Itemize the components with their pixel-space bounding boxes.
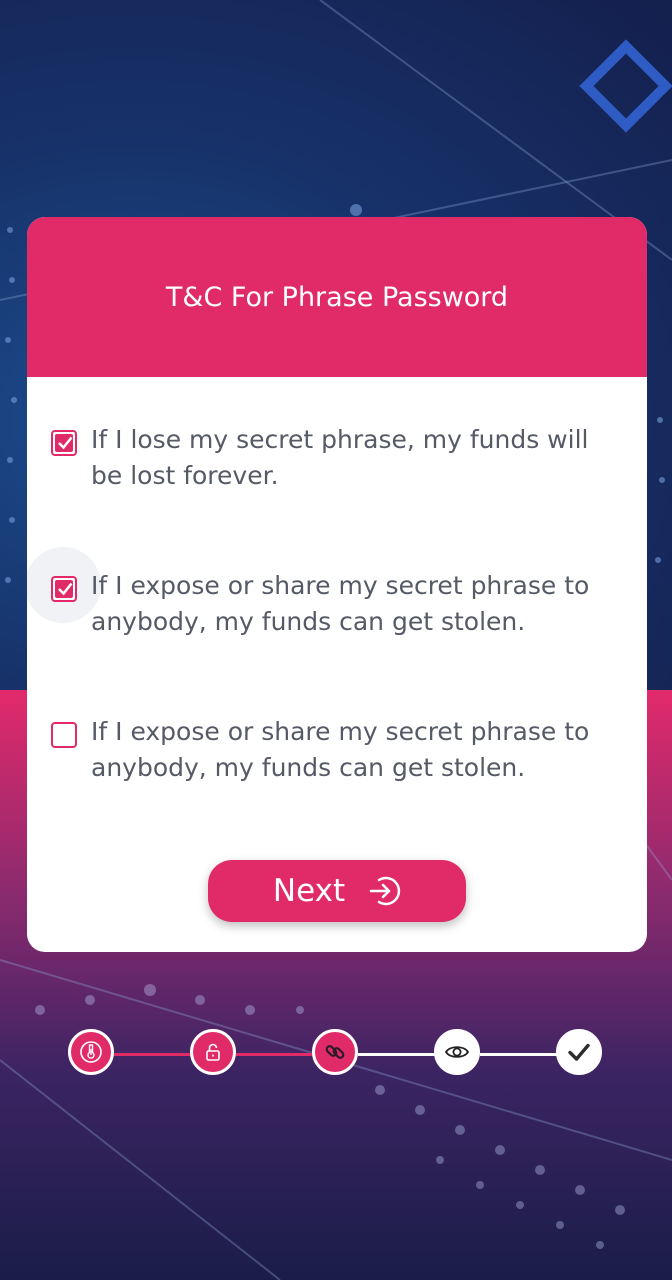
stepper-line <box>114 1053 192 1056</box>
link-icon <box>325 1045 345 1059</box>
terms-card: T&C For Phrase Password If I lose my sec… <box>27 217 647 952</box>
term-checkbox[interactable] <box>51 430 77 456</box>
step-3 <box>312 1029 358 1075</box>
unlock-icon <box>206 1043 220 1061</box>
stepper-line <box>480 1053 558 1056</box>
next-button[interactable]: Next <box>208 860 466 922</box>
term-item[interactable]: If I expose or share my secret phrase to… <box>51 568 621 640</box>
stepper-line <box>236 1053 314 1056</box>
progress-stepper <box>0 1028 672 1080</box>
term-item[interactable]: If I expose or share my secret phrase to… <box>51 714 621 786</box>
card-header: T&C For Phrase Password <box>27 217 647 377</box>
term-text: If I expose or share my secret phrase to… <box>91 571 590 636</box>
term-text: If I expose or share my secret phrase to… <box>91 717 590 782</box>
step-5 <box>556 1029 602 1075</box>
term-checkbox[interactable] <box>51 722 77 748</box>
term-item[interactable]: If I lose my secret phrase, my funds wil… <box>51 422 621 494</box>
eye-icon <box>444 1046 470 1058</box>
step-1 <box>68 1029 114 1075</box>
arrow-right-circle-icon <box>369 876 401 906</box>
checkmark-icon <box>58 436 73 450</box>
term-checkbox[interactable] <box>51 576 77 602</box>
check-icon <box>568 1043 590 1061</box>
term-text: If I lose my secret phrase, my funds wil… <box>91 425 589 490</box>
step-2 <box>190 1029 236 1075</box>
page-title: T&C For Phrase Password <box>165 281 509 313</box>
step-4 <box>434 1029 480 1075</box>
thermometer-icon <box>80 1041 102 1063</box>
checkmark-icon <box>58 582 73 596</box>
stepper-line <box>358 1053 436 1056</box>
next-button-label: Next <box>272 873 346 909</box>
